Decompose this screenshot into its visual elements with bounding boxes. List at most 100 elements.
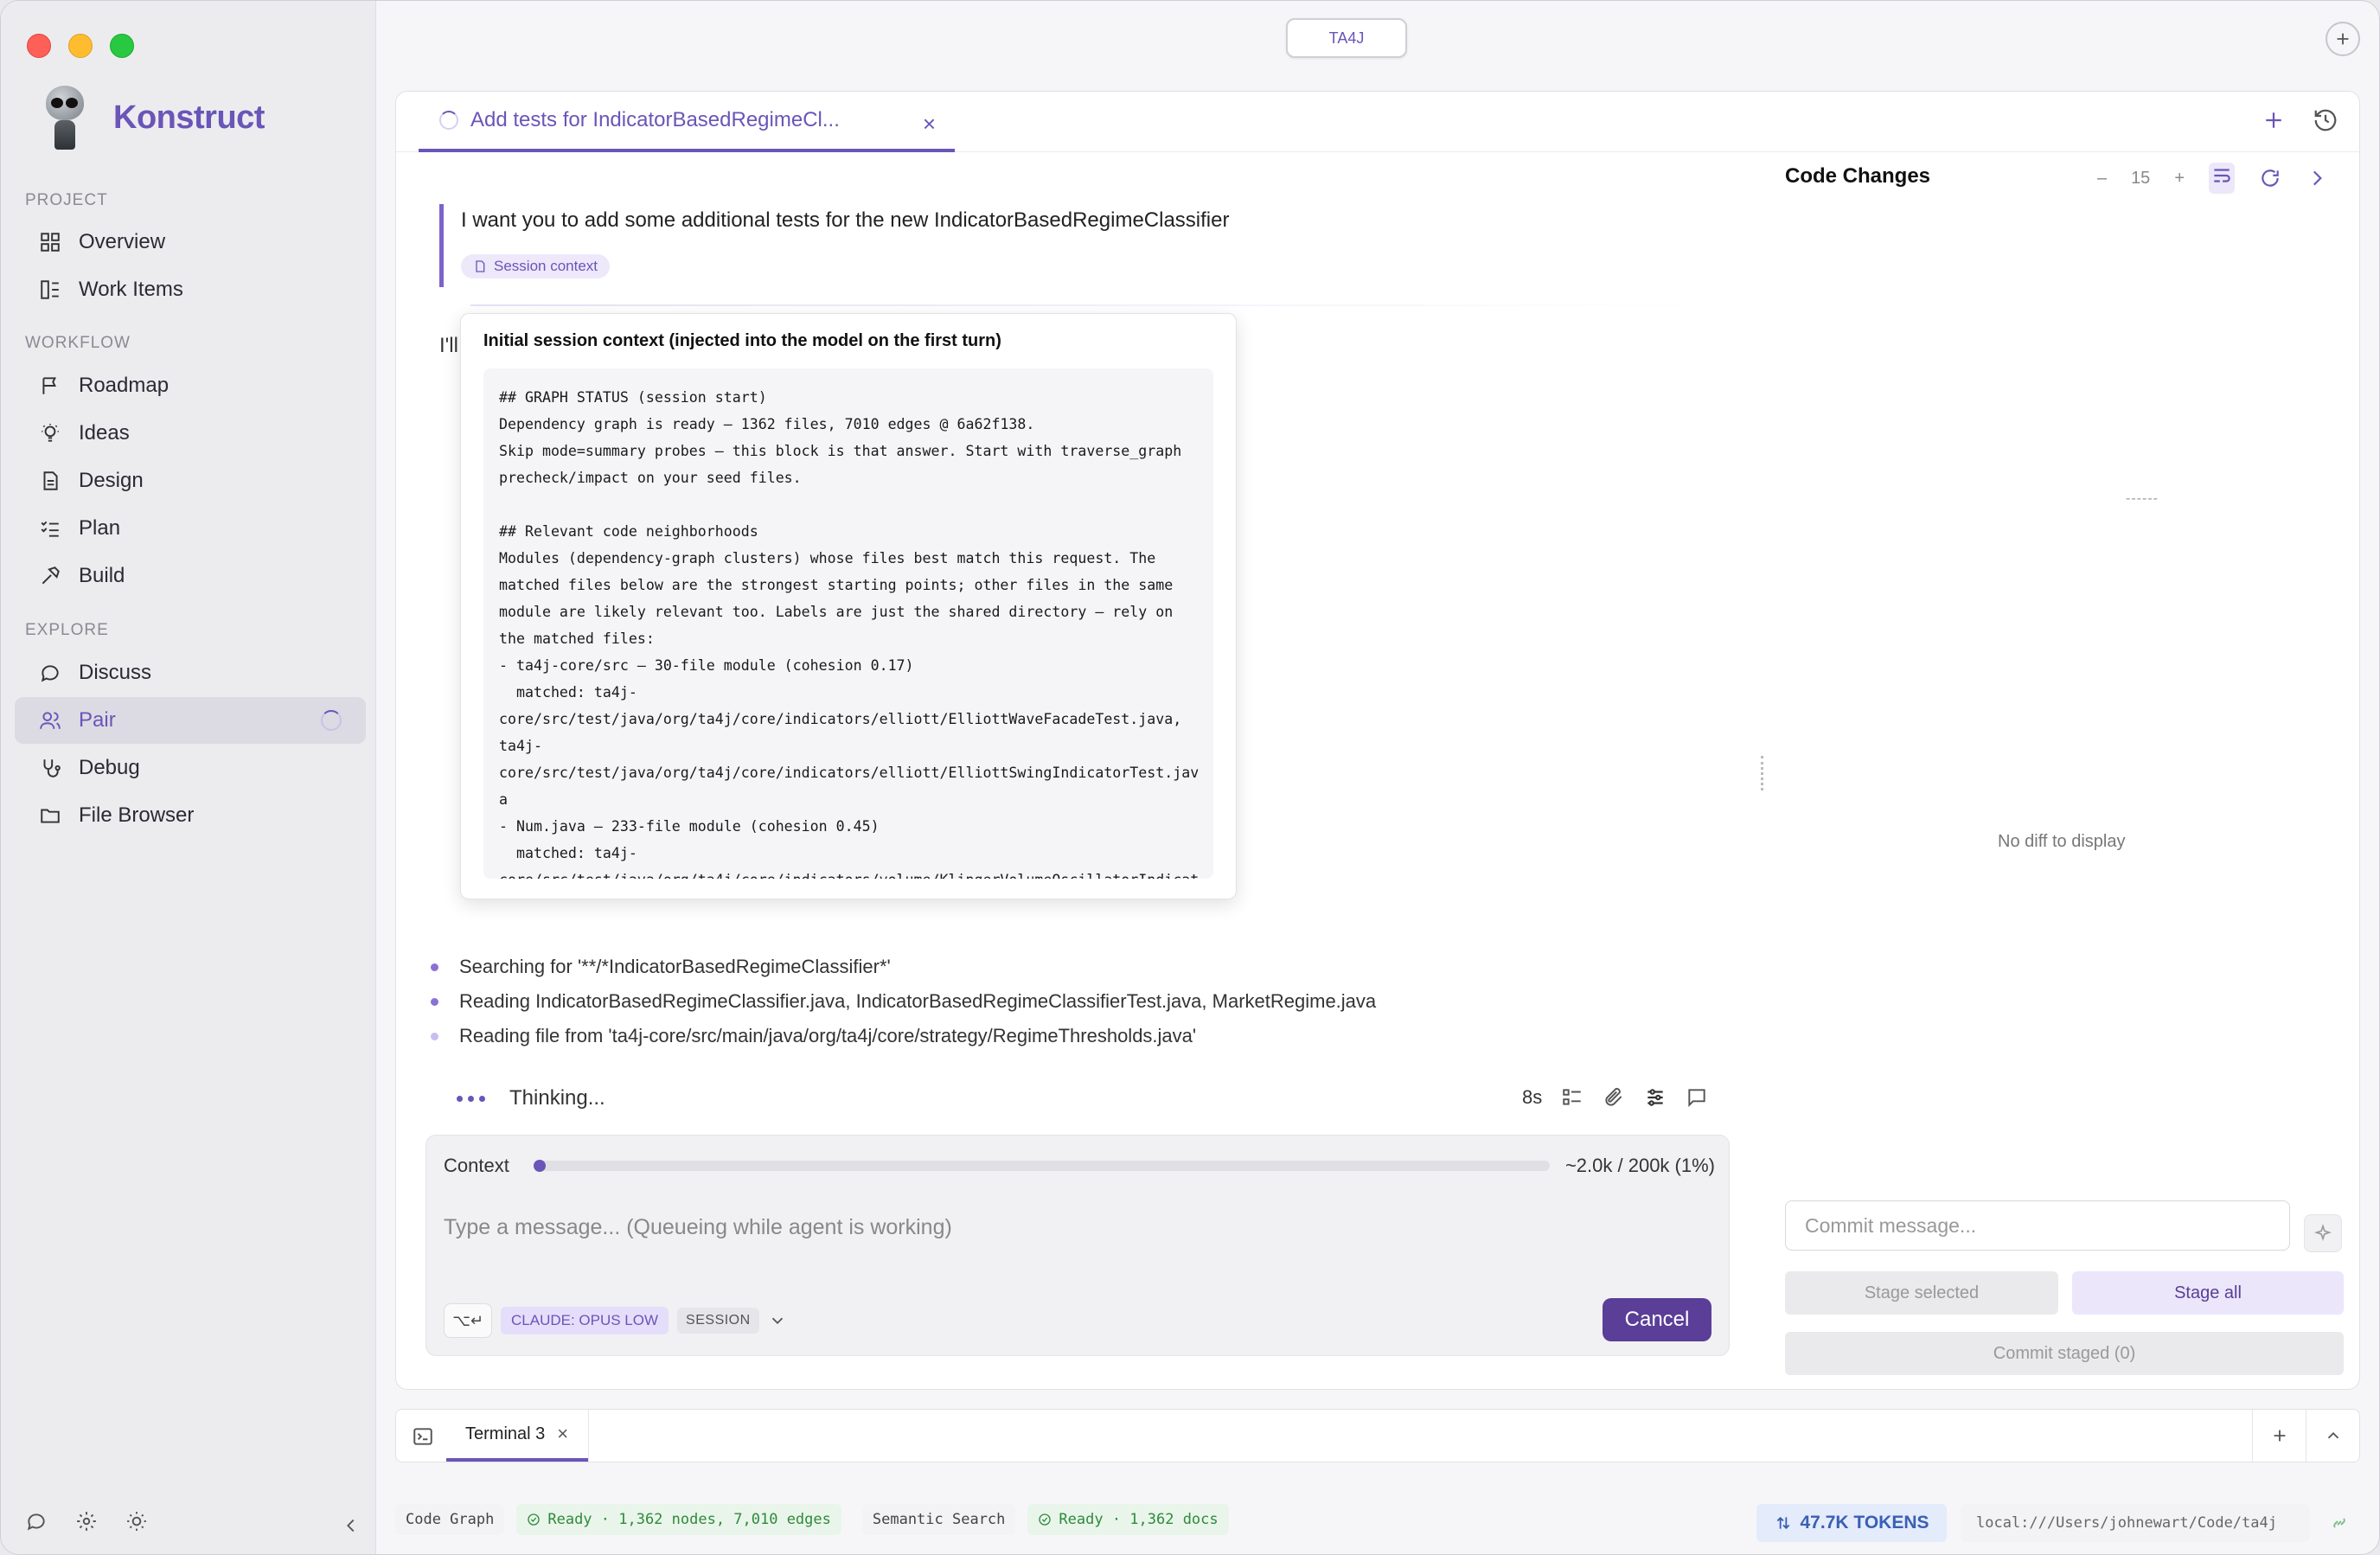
attach-paperclip-icon[interactable] [1603,1086,1625,1109]
sidebar-item-discuss[interactable]: Discuss [15,650,366,696]
status-bar: Code Graph Ready · 1,362 nodes, 7,010 ed… [395,1504,1229,1535]
expand-terminal-button[interactable] [2306,1410,2359,1462]
sidebar-item-roadmap[interactable]: Roadmap [15,362,366,409]
plus-icon [2274,1430,2285,1442]
comment-icon[interactable] [1686,1086,1708,1109]
collapse-sidebar-icon[interactable] [342,1516,361,1535]
loading-spinner-icon [321,710,342,731]
context-lines-value: 15 [2131,168,2151,188]
close-window-button[interactable] [27,34,51,58]
refresh-icon[interactable] [2259,167,2281,189]
loading-placeholder: ------ [2126,491,2159,506]
maximize-window-button[interactable] [110,34,134,58]
sidebar-item-label: Ideas [79,421,130,445]
terminal-tab-label: Terminal 3 [465,1424,546,1443]
step-text: Reading file from 'ta4j-core/src/main/ja… [459,1025,1197,1046]
brand: Konstruct [39,84,265,151]
assistant-message-partial: I'll [439,334,458,357]
section-explore: EXPLORE [25,621,109,639]
generate-commit-message-button[interactable] [2304,1214,2342,1252]
sidebar-item-file-browser[interactable]: File Browser [15,792,366,839]
cancel-button[interactable]: Cancel [1603,1298,1711,1341]
semantic-search-label: Semantic Search [861,1504,1016,1535]
new-window-button[interactable] [2326,22,2360,56]
flag-icon [39,374,61,397]
session-tab-title: Add tests for IndicatorBasedRegimeCl... [470,108,840,131]
tab-actions [2261,107,2338,133]
minimize-window-button[interactable] [68,34,93,58]
new-terminal-button[interactable] [2252,1410,2306,1462]
app-window: Konstruct PROJECT Overview Work Items WO… [0,0,2380,1555]
sidebar-item-plan[interactable]: Plan [15,505,366,552]
context-progress-bar [533,1160,1550,1172]
increase-context-button[interactable]: + [2174,169,2185,189]
terminal-bar: Terminal 3 × [395,1409,2360,1462]
grid-icon [39,231,61,253]
sidebar-item-debug[interactable]: Debug [15,745,366,791]
sidebar: Konstruct PROJECT Overview Work Items WO… [1,1,376,1554]
thinking-indicator: Thinking... [457,1086,605,1110]
wrap-lines-icon[interactable] [2209,163,2235,194]
loading-spinner-icon [439,111,458,130]
terminal-icon[interactable] [412,1425,434,1448]
model-selector[interactable]: CLAUDE: OPUS LOW [501,1307,669,1334]
sidebar-item-label: Roadmap [79,374,170,397]
checklist-icon [39,517,61,540]
sidebar-item-ideas[interactable]: Ideas [15,410,366,457]
sidebar-footer [25,1510,148,1537]
sidebar-item-label: Design [79,469,144,492]
session-context-popover: Initial session context (injected into t… [460,313,1237,899]
theme-sun-icon[interactable] [125,1510,148,1537]
settings-gear-icon[interactable] [75,1510,98,1537]
feedback-icon[interactable] [25,1510,48,1537]
window-controls [27,34,134,58]
message-input[interactable]: Type a message... (Queueing while agent … [444,1215,952,1240]
workspace-path[interactable]: local:///Users/johnewart/Code/ta4j [1961,1504,2310,1542]
history-icon[interactable] [2313,107,2338,133]
chevron-right-icon[interactable] [2306,167,2328,189]
new-session-plus-icon[interactable] [2261,107,2287,133]
terminal-tab[interactable]: Terminal 3 × [446,1410,588,1462]
chevron-down-icon[interactable] [768,1311,787,1330]
session-chip[interactable]: SESSION [677,1308,759,1334]
thinking-dots-icon [457,1095,485,1102]
commit-message-input[interactable]: Commit message... [1785,1200,2290,1251]
session-context-badge[interactable]: Session context [461,254,611,278]
work-items-icon [39,278,61,301]
sidebar-item-work-items[interactable]: Work Items [15,266,366,313]
up-down-arrows-icon [1776,1516,1789,1530]
sidebar-item-pair[interactable]: Pair [15,697,366,744]
sidebar-item-label: Build [79,564,125,587]
stage-selected-button[interactable]: Stage selected [1785,1271,2058,1315]
sidebar-item-build[interactable]: Build [15,553,366,599]
stage-all-button[interactable]: Stage all [2072,1271,2344,1315]
decrease-context-button[interactable]: – [2097,169,2107,189]
step-dot-icon [431,1032,438,1040]
robot-logo-icon [39,84,91,151]
commit-staged-button[interactable]: Commit staged (0) [1785,1332,2344,1375]
composer-options: ⌥↵ CLAUDE: OPUS LOW SESSION [444,1303,787,1338]
context-label: Context [444,1155,509,1176]
check-circle-icon [528,1513,541,1526]
close-tab-icon[interactable]: × [923,111,936,138]
sidebar-item-design[interactable]: Design [15,458,366,504]
submit-shortcut-key[interactable]: ⌥↵ [444,1303,492,1338]
session-context-code: ## GRAPH STATUS (session start) Dependen… [483,368,1213,879]
code-graph-status[interactable]: Ready · 1,362 nodes, 7,010 edges [516,1504,841,1535]
close-terminal-icon[interactable]: × [557,1423,568,1445]
folder-icon [39,804,61,827]
semantic-search-status-text: Ready · 1,362 docs [1059,1511,1219,1528]
project-selector[interactable]: TA4J [1286,18,1407,58]
connection-link-icon[interactable] [2329,1513,2350,1533]
agent-steps: Searching for '**/*IndicatorBasedRegimeC… [431,950,1376,1053]
semantic-search-status[interactable]: Ready · 1,362 docs [1027,1504,1229,1535]
divider [470,304,1702,306]
session-tab[interactable]: Add tests for IndicatorBasedRegimeCl... … [419,92,955,152]
task-list-icon[interactable] [1561,1086,1583,1109]
sidebar-item-label: Debug [79,756,140,779]
sidebar-item-overview[interactable]: Overview [15,219,366,266]
users-icon [39,709,61,732]
token-counter[interactable]: 47.7K TOKENS [1756,1504,1947,1542]
settings-sliders-icon[interactable] [1644,1086,1667,1109]
panel-resize-handle[interactable] [1761,756,1764,790]
